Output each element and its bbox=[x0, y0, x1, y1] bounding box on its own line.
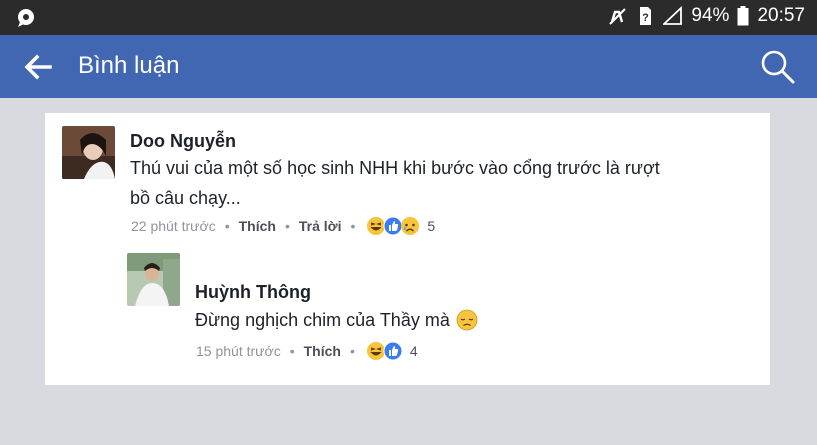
page-title: Bình luận bbox=[78, 52, 180, 79]
clock: 20:57 bbox=[757, 5, 805, 26]
battery-percent: 94% bbox=[691, 5, 730, 26]
separator: • bbox=[289, 343, 295, 359]
battery-icon bbox=[737, 6, 749, 26]
comment-thread: Doo Nguyễn Thú vui của một số học sinh N… bbox=[45, 113, 770, 385]
notification-area bbox=[16, 8, 36, 33]
comment-text-line: Đừng nghịch chim của Thầy mà bbox=[195, 310, 450, 330]
arrow-left-icon[interactable] bbox=[22, 52, 54, 82]
disappointed-face-icon bbox=[456, 309, 478, 331]
chat-bubble-icon bbox=[18, 9, 34, 27]
reply-item: Huỳnh Thông Đừng nghịch chim của Thầy mà… bbox=[45, 253, 770, 383]
comment-item: Doo Nguyễn Thú vui của một số học sinh N… bbox=[45, 113, 770, 253]
comments-feed: Doo Nguyễn Thú vui của một số học sinh N… bbox=[0, 98, 817, 445]
comment-time: 15 phút trước bbox=[196, 343, 281, 359]
avatar[interactable] bbox=[62, 126, 115, 179]
comment-time: 22 phút trước bbox=[131, 218, 216, 234]
comment-meta: 22 phút trước • Thích • Trả lời • 5 bbox=[131, 216, 435, 236]
muted-icon bbox=[609, 8, 627, 25]
status-bar: ? 94% 20:57 bbox=[0, 0, 817, 35]
sim-icon: ? bbox=[640, 7, 652, 25]
search-icon[interactable] bbox=[759, 48, 797, 86]
signal-icon bbox=[663, 6, 683, 25]
separator: • bbox=[284, 218, 290, 234]
reaction-count: 4 bbox=[409, 343, 418, 359]
app-bar: Bình luận bbox=[0, 35, 817, 98]
like-button[interactable]: Thích bbox=[304, 343, 341, 359]
reaction-summary[interactable]: 5 bbox=[366, 216, 435, 236]
separator: • bbox=[224, 218, 230, 234]
comment-meta: 15 phút trước • Thích • 4 bbox=[196, 341, 418, 361]
comment-text-line: Thú vui của một số học sinh NHH khi bước… bbox=[130, 158, 660, 178]
reaction-summary[interactable]: 4 bbox=[366, 341, 418, 361]
like-button[interactable]: Thích bbox=[239, 218, 276, 234]
comment-text: Đừng nghịch chim của Thầy mà bbox=[195, 305, 755, 335]
comment-text: Thú vui của một số học sinh NHH khi bước… bbox=[130, 153, 760, 213]
system-status: ? 94% 20:57 bbox=[607, 5, 805, 27]
svg-text:?: ? bbox=[643, 12, 650, 24]
reply-button[interactable]: Trả lời bbox=[299, 218, 342, 234]
separator: • bbox=[349, 343, 355, 359]
reaction-count: 5 bbox=[427, 218, 436, 234]
avatar[interactable] bbox=[127, 253, 180, 306]
comment-author[interactable]: Huỳnh Thông bbox=[195, 282, 311, 303]
comment-text-line: bồ câu chạy... bbox=[130, 188, 241, 208]
separator: • bbox=[350, 218, 356, 234]
comment-author[interactable]: Doo Nguyễn bbox=[130, 131, 236, 152]
like-icon bbox=[383, 341, 403, 361]
sad-icon bbox=[401, 217, 420, 235]
